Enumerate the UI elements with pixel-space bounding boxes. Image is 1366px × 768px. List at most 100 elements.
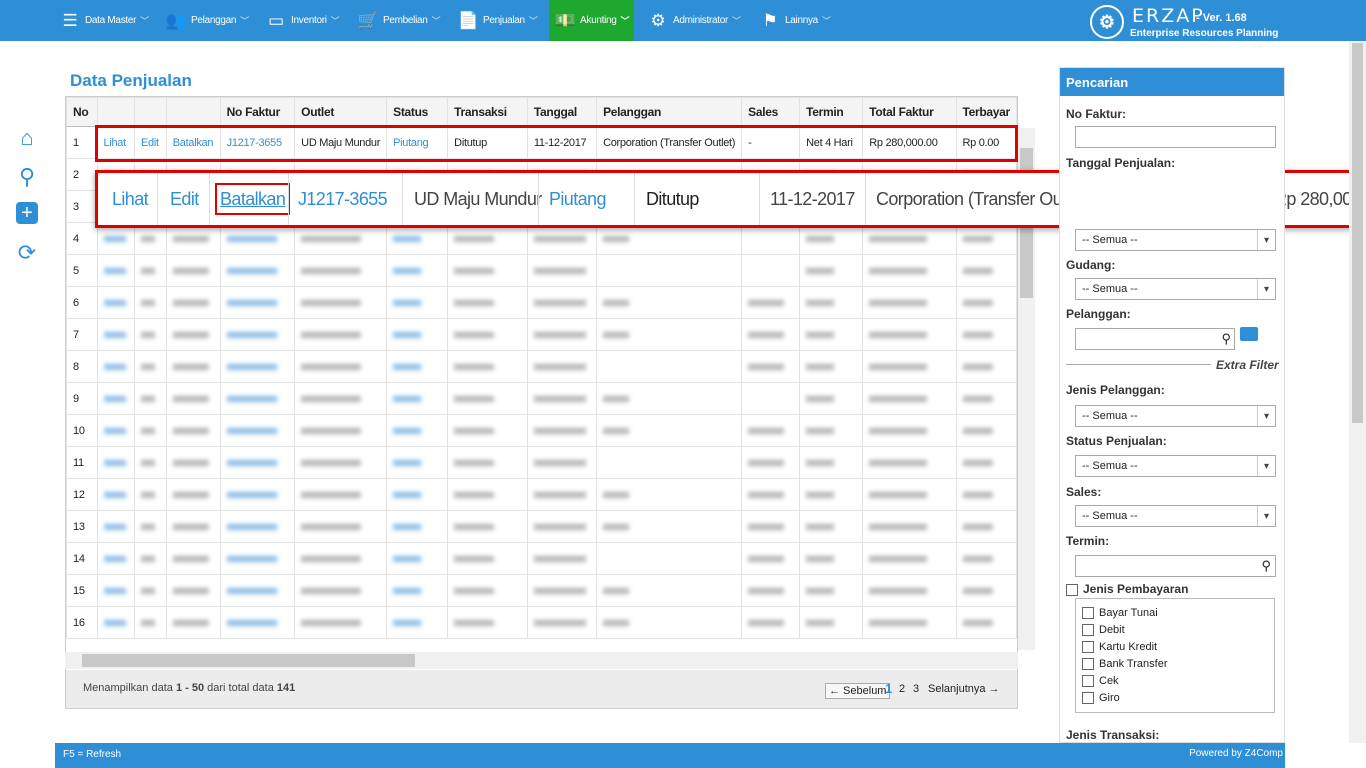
payment-option[interactable]: Kartu Kredit [1082,639,1167,656]
payment-option[interactable]: Cek [1082,673,1167,690]
col-action-1[interactable] [96,97,135,127]
col-terbayar[interactable]: Terbayar [955,97,1017,127]
col-termin[interactable]: Termin [799,97,864,127]
blurred-cell [219,254,296,287]
col-total-faktur[interactable]: Total Faktur [862,97,957,127]
payment-option[interactable]: Bank Transfer [1082,656,1167,673]
checkbox[interactable] [1082,607,1094,620]
search-icon[interactable]: ⚲ [1221,331,1231,347]
gudang-select[interactable]: -- Semua -- ▾ [1075,278,1276,300]
row-number: 1 [66,126,98,159]
nav-akunting[interactable]: 💵 Akunting ﹀ [549,0,634,41]
row-number: 10 [66,414,98,447]
col-no-faktur[interactable]: No Faktur [219,97,296,127]
checkbox[interactable] [1082,658,1094,671]
sales-status-select[interactable]: -- Semua -- ▾ [1075,455,1276,477]
nav-inventori[interactable]: ▭ Inventori ﹀ [260,0,345,41]
page-3[interactable]: 3 [913,683,919,695]
checkbox[interactable] [1082,624,1094,637]
label-status-penjualan: Status Penjualan: [1066,434,1167,448]
status-link[interactable]: Piutang [549,173,606,225]
customer-input[interactable]: ⚲ [1075,328,1235,350]
document-icon: 📄 [457,10,479,30]
col-tanggal[interactable]: Tanggal [526,97,598,127]
blurred-cell [526,510,598,543]
table-row: 12 [66,478,1017,511]
payment-type-toggle[interactable]: Jenis Pembayaran [1066,582,1188,596]
chevron-down-icon: ﹀ [431,16,441,26]
payment-option-label: Debit [1099,624,1125,636]
col-no[interactable]: No [66,97,98,127]
invoice-link[interactable]: J1217-3655 [298,173,388,225]
payment-option[interactable]: Debit [1082,622,1167,639]
col-outlet[interactable]: Outlet [294,97,388,127]
blurred-cell [386,446,449,479]
blurred-cell [165,542,221,575]
blurred-cell [741,286,801,319]
next-button[interactable]: Selanjutnya → [928,683,1000,695]
term-input[interactable]: ⚲ [1075,555,1276,577]
cancel-link[interactable]: Batalkan [215,183,291,215]
sales-select[interactable]: -- Semua -- ▾ [1075,505,1276,527]
table-row: 14 [66,542,1017,575]
blurred-cell [447,510,528,543]
blurred-cell [96,318,135,351]
chevron-down-icon: ﹀ [620,16,630,26]
checkbox[interactable] [1082,692,1094,705]
view-link[interactable]: Lihat [112,173,149,225]
checkbox[interactable] [1066,583,1078,596]
nav-label: Pelanggan [191,15,237,26]
col-sales[interactable]: Sales [741,97,801,127]
no-faktur-input[interactable] [1075,126,1276,148]
nav-pelanggan[interactable]: 👥 Pelanggan ﹀ [160,0,255,41]
blurred-cell [596,446,743,479]
list-icon[interactable] [1240,327,1258,341]
blurred-cell [526,254,598,287]
search-icon[interactable]: ⚲ [1261,558,1271,574]
prev-button[interactable]: ← Sebelum [825,683,891,699]
nav-data-master[interactable]: ☰ Data Master ﹀ [54,0,155,41]
search-icon[interactable]: ⚲ [14,164,40,190]
showing-total: 141 [276,682,296,694]
blurred-cell [294,574,388,607]
edit-link[interactable]: Edit [170,173,199,225]
payment-option[interactable]: Giro [1082,690,1167,707]
add-icon[interactable]: + [16,202,38,224]
search-panel: Pencarian No Faktur: Tanggal Penjualan: … [1059,67,1285,743]
col-status[interactable]: Status [386,97,449,127]
nav-pembelian[interactable]: 🛒 Pembelian ﹀ [352,0,446,41]
blurred-cell [955,478,1017,511]
blurred-cell [447,350,528,383]
nav-administrator[interactable]: ⚙ Administrator ﹀ [642,0,747,41]
col-pelanggan[interactable]: Pelanggan [596,97,743,127]
page-scrollbar[interactable] [1349,41,1366,743]
nav-penjualan[interactable]: 📄 Penjualan ﹀ [452,0,544,41]
label-gudang: Gudang: [1066,258,1116,272]
page-1[interactable]: 1 [885,681,892,696]
panel-title: Pencarian [1060,68,1284,96]
col-action-3[interactable] [165,97,221,127]
table-row: 13 [66,510,1017,543]
col-action-2[interactable] [134,97,167,127]
checkbox[interactable] [1082,675,1094,688]
refresh-icon[interactable]: ⟳ [14,240,40,266]
blurred-cell [165,574,221,607]
blurred-cell [447,606,528,639]
checkbox[interactable] [1082,641,1094,654]
nav-label: Inventori [291,15,327,26]
page-2[interactable]: 2 [899,683,905,695]
payment-option[interactable]: Bayar Tunai [1082,605,1167,622]
brand-logo: ⚙ ERZAP - Ver. 1.68 Enterprise Resources… [1090,3,1320,39]
horizontal-scrollbar[interactable] [65,652,1018,669]
home-icon[interactable]: ⌂ [14,125,40,151]
col-transaksi[interactable]: Transaksi [447,97,528,127]
customer-type-select[interactable]: -- Semua -- ▾ [1075,405,1276,427]
nav-lainnya[interactable]: ⚑ Lainnya ﹀ [754,0,837,41]
blurred-cell [596,350,743,383]
outlet-cell: UD Maju Mundur [414,188,542,209]
cart-icon: 🛒 [357,10,379,30]
warehouse-select-1[interactable]: -- Semua -- ▾ [1075,229,1276,251]
nav-label: Penjualan [483,15,525,26]
chevron-down-icon: ▾ [1257,406,1275,426]
select-value: -- Semua -- [1082,460,1138,472]
